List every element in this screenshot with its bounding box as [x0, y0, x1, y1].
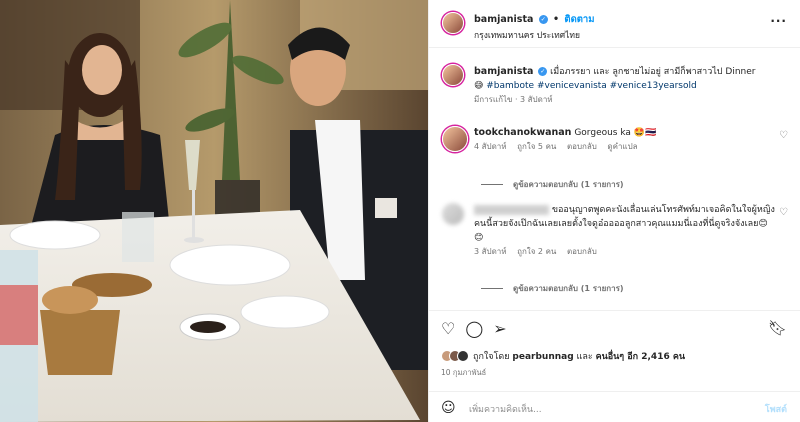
- caption-text-block: bamjanista ✓ เมื่อภรรยา และ ลูกชายไม่อยู…: [474, 65, 792, 107]
- liked-by-mid: และ: [576, 352, 593, 362]
- post-image: [0, 0, 428, 422]
- comment-icon[interactable]: ◯: [465, 319, 483, 339]
- author-avatar[interactable]: [442, 12, 464, 34]
- caption-emoji: 😅: [474, 81, 484, 91]
- post-location[interactable]: กรุงเทพมหานคร ประเทศไทย: [474, 28, 580, 42]
- liked-by-others[interactable]: คนอื่นๆ อีก 2,416 คน: [596, 352, 685, 362]
- share-icon[interactable]: ➢: [493, 319, 506, 339]
- view-replies-button[interactable]: ดูข้อความตอบกลับ (1 รายการ): [481, 282, 624, 295]
- view-replies-button[interactable]: ดูข้อความตอบกลับ (1 รายการ): [481, 178, 624, 191]
- caption-text: เมื่อภรรยา และ ลูกชายไม่อยู่ สามีก็พาสาว…: [550, 67, 756, 77]
- reply-line: [481, 184, 503, 185]
- comment-username-blurred[interactable]: [474, 204, 549, 215]
- author-header: bamjanista ✓ • ติดตาม: [474, 12, 595, 27]
- commenter-avatar-blurred[interactable]: [442, 203, 464, 225]
- caption-avatar[interactable]: [442, 64, 464, 86]
- more-icon[interactable]: ···: [770, 14, 787, 28]
- comment-body: tookchanokwanan Gorgeous ka 🤩🇹🇭 4 สัปดาห…: [474, 126, 774, 154]
- action-icons: ♡ ◯ ➢: [441, 319, 507, 339]
- caption-hashtags[interactable]: #bambote #venicevanista #venice13yearsol…: [486, 81, 696, 91]
- heart-icon[interactable]: ♡: [441, 319, 455, 339]
- post-header: bamjanista ✓ • ติดตาม กรุงเทพมหานคร ประเ…: [429, 0, 800, 48]
- view-replies-label: ดูข้อความตอบกลับ (1 รายการ): [513, 180, 624, 189]
- comment-likes[interactable]: ถูกใจ 5 คน: [517, 142, 556, 151]
- comment-heart-icon[interactable]: ♡: [779, 130, 788, 141]
- reply-line: [481, 288, 503, 289]
- comment-likes[interactable]: ถูกใจ 2 คน: [517, 247, 556, 256]
- comment-heart-icon[interactable]: ♡: [779, 207, 788, 218]
- add-comment-bar: ☺ เพิ่มความคิดเห็น... โพสต์: [429, 391, 800, 422]
- liked-by-prefix: ถูกใจโดย: [473, 352, 510, 362]
- author-username[interactable]: bamjanista: [474, 14, 533, 25]
- post-panel: bamjanista ✓ • ติดตาม กรุงเทพมหานคร ประเ…: [428, 0, 800, 422]
- reply-button[interactable]: ตอบกลับ: [567, 142, 597, 151]
- caption-meta: มีการแก้ไข · 3 สัปดาห์: [474, 95, 553, 104]
- follow-button[interactable]: ติดตาม: [564, 14, 594, 25]
- separator-dot: •: [553, 14, 560, 25]
- likes-summary: ถูกใจโดย pearbunnag และ คนอื่นๆ อีก 2,41…: [473, 349, 685, 363]
- emoji-icon[interactable]: ☺: [441, 400, 456, 416]
- liked-by: ถูกใจโดย pearbunnag และ คนอื่นๆ อีก 2,41…: [441, 349, 685, 363]
- comment-username[interactable]: tookchanokwanan: [474, 127, 571, 138]
- verified-icon: ✓: [538, 67, 548, 76]
- reply-button[interactable]: ตอบกลับ: [567, 247, 597, 256]
- comment-meta: 4 สัปดาห์ ถูกใจ 5 คน ตอบกลับ ดูคำแปล: [474, 140, 774, 154]
- liked-by-user[interactable]: pearbunnag: [512, 352, 573, 362]
- comment-text: Gorgeous ka 🤩🇹🇭: [574, 128, 657, 138]
- comment-meta: 3 สัปดาห์ ถูกใจ 2 คน ตอบกลับ: [474, 245, 776, 259]
- post-photo: [0, 0, 428, 422]
- comment-time: 3 สัปดาห์: [474, 247, 507, 256]
- translate-button[interactable]: ดูคำแปล: [607, 142, 637, 151]
- caption-username[interactable]: bamjanista: [474, 66, 533, 77]
- post-actions: ♡ ◯ ➢ 🔖︎ ถูกใจโดย pearbunnag และ คนอื่นๆ…: [429, 310, 800, 422]
- view-replies-label: ดูข้อความตอบกลับ (1 รายการ): [513, 284, 624, 293]
- liker-avatar[interactable]: [457, 350, 469, 362]
- comment-input[interactable]: เพิ่มความคิดเห็น...: [469, 402, 542, 416]
- comment-body: ขออนุญาตพูดคะนังเลื่อนเล่นโทรศัพท์มาเจอค…: [474, 203, 776, 259]
- post-date[interactable]: 10 กุมภาพันธ์: [441, 367, 486, 379]
- verified-icon: ✓: [538, 15, 548, 24]
- comment-time: 4 สัปดาห์: [474, 142, 507, 151]
- bookmark-icon[interactable]: 🔖︎: [768, 319, 787, 337]
- commenter-avatar[interactable]: [442, 126, 468, 152]
- post-comment-button[interactable]: โพสต์: [765, 402, 787, 416]
